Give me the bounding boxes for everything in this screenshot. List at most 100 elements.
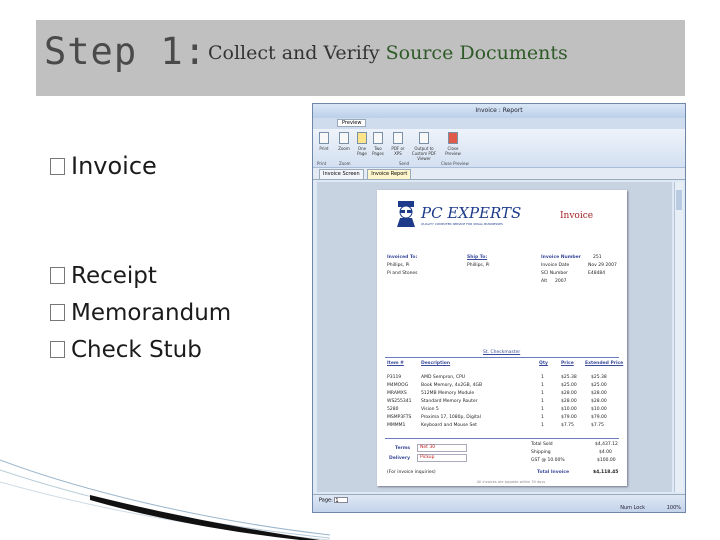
ship-to-label: Ship To: (467, 255, 488, 260)
zoom-level[interactable]: 100% (667, 505, 681, 511)
item-price: $28.00 (561, 399, 577, 404)
button-label: Output to Custom PDF Viewer (411, 146, 437, 161)
page-navigator: Page: 1 (319, 497, 349, 504)
item-desc: Proxima 17, 1080p, Digital (421, 415, 481, 420)
table-row: MSMP3FTS (387, 415, 411, 420)
button-label: Zoom (338, 146, 350, 151)
document-tabs: Invoice Screen Invoice Report (313, 168, 685, 180)
item-code: MRAMXS (387, 391, 407, 396)
invoice-number: 251 (593, 255, 602, 260)
zoom-button[interactable]: Zoom (337, 132, 351, 151)
invoiced-to-label: Invoiced To: (387, 255, 418, 260)
decorative-swoosh (0, 459, 330, 540)
item-code: MMMM1 (387, 423, 406, 428)
item-qty: 1 (541, 383, 544, 388)
print-button[interactable]: Print (317, 132, 331, 151)
item-price: $7.75 (561, 423, 574, 428)
close-icon (448, 132, 458, 144)
invoice-title: Invoice (560, 211, 594, 221)
button-label: Close Preview (445, 146, 461, 156)
bullet-box-icon (50, 158, 65, 175)
items-divider (385, 438, 619, 439)
item-desc: AMD Sempron, CPU (421, 375, 466, 380)
page-label: Page: (319, 497, 333, 504)
invoice-page: PC EXPERTS QUALITY COMPUTER SERVICE FOR … (377, 190, 627, 486)
page-icon (357, 132, 367, 144)
group-close-preview: Close Preview (441, 161, 469, 166)
ship-via: St. Checkmaster (483, 350, 521, 355)
slide-subtitle: Collect and Verify Source Documents (208, 42, 568, 64)
invoice-date: Nov 29 2007 (588, 263, 617, 268)
item-code: M4MOOG (387, 383, 409, 388)
title-banner: Step 1: Collect and Verify Source Docume… (36, 20, 685, 96)
invoiced-to-name: Phillips, Pi (387, 263, 410, 268)
custom-pdf-button[interactable]: Output to Custom PDF Viewer (409, 132, 439, 161)
bullet-box-icon (50, 267, 65, 284)
one-page-button[interactable]: One Page (355, 132, 369, 156)
item-qty: 1 (541, 391, 544, 396)
bullet-memorandum: Memorandum (50, 300, 231, 326)
item-desc: Keyboard and Mouse Set (421, 423, 477, 428)
col-price: Price (561, 361, 574, 366)
tab-invoice-report[interactable]: Invoice Report (367, 169, 412, 180)
close-preview-button[interactable]: Close Preview (443, 132, 463, 156)
total-label: Total Invoice (537, 470, 570, 475)
delivery-value: Pickup (417, 454, 467, 462)
brand-tagline: QUALITY COMPUTER SERVICE FOR SMALL BUSIN… (421, 222, 503, 226)
bullet-label: Receipt (71, 263, 157, 289)
item-code: WS255341 (387, 399, 412, 404)
preview-area: PC EXPERTS QUALITY COMPUTER SERVICE FOR … (317, 182, 672, 492)
item-qty: 1 (541, 407, 544, 412)
col-qty: Qty (539, 361, 548, 366)
button-label: Two Pages (372, 146, 384, 156)
header-divider (385, 357, 619, 358)
group-print: Print (317, 161, 327, 166)
item-ext: $25.38 (591, 375, 607, 380)
num-lock-indicator: Num Lock (620, 505, 645, 511)
ribbon-tab-preview[interactable]: Preview (337, 119, 367, 127)
button-label: Print (319, 146, 329, 151)
tab-invoice-screen[interactable]: Invoice Screen (319, 169, 364, 180)
col-extended-price: Extended Price (585, 361, 624, 366)
total-invoice: $4,118.45 (593, 470, 619, 475)
item-desc: Standard Memory Router (421, 399, 478, 404)
item-ext: $28.00 (591, 391, 607, 396)
bullet-label: Check Stub (71, 337, 202, 363)
scroll-thumb[interactable] (676, 190, 682, 210)
ribbon: Print Zoom One Page Two Pages PDF or XPS… (313, 129, 685, 168)
mascot-icon (397, 201, 415, 227)
total-sold-label: Total Sold (531, 442, 553, 447)
bullet-box-icon (50, 304, 65, 321)
item-qty: 1 (541, 399, 544, 404)
pdf-icon (393, 132, 403, 144)
item-price: $79.00 (561, 415, 577, 420)
item-qty: 1 (541, 423, 544, 428)
page-number: 1 (335, 498, 339, 504)
bullet-box-icon (50, 341, 65, 358)
terms-label: Terms (395, 446, 411, 451)
invoice-number-label: Invoice Number (541, 255, 581, 260)
item-ext: $10.00 (591, 407, 607, 412)
inquiries-note: (For invoice inquiries) (387, 470, 436, 475)
vertical-scrollbar[interactable] (674, 182, 683, 492)
window-title: Invoice : Report (313, 104, 685, 118)
item-ext: $28.00 (591, 399, 607, 404)
two-pages-button[interactable]: Two Pages (371, 132, 385, 156)
table-row: 5280 (387, 407, 398, 412)
bullet-invoice: Invoice (50, 152, 157, 180)
page-input[interactable]: 1 (334, 497, 349, 504)
tax: $100.00 (597, 458, 616, 463)
pdf-button[interactable]: PDF or XPS (391, 132, 405, 156)
pages-icon (373, 132, 383, 144)
brand-name: PC EXPERTS (421, 204, 522, 222)
item-code: P3119 (387, 375, 402, 380)
printer-icon (319, 132, 329, 144)
company-logo: PC EXPERTS QUALITY COMPUTER SERVICE FOR … (395, 200, 521, 232)
item-qty: 1 (541, 375, 544, 380)
bullet-label: Memorandum (71, 300, 232, 326)
sales-label: SCI Number (541, 271, 568, 276)
bullet-label: Invoice (71, 152, 157, 180)
subtitle-part-a: Collect and Verify (208, 42, 380, 64)
pdf-viewer-icon (419, 132, 429, 144)
item-price: $10.00 (561, 407, 577, 412)
